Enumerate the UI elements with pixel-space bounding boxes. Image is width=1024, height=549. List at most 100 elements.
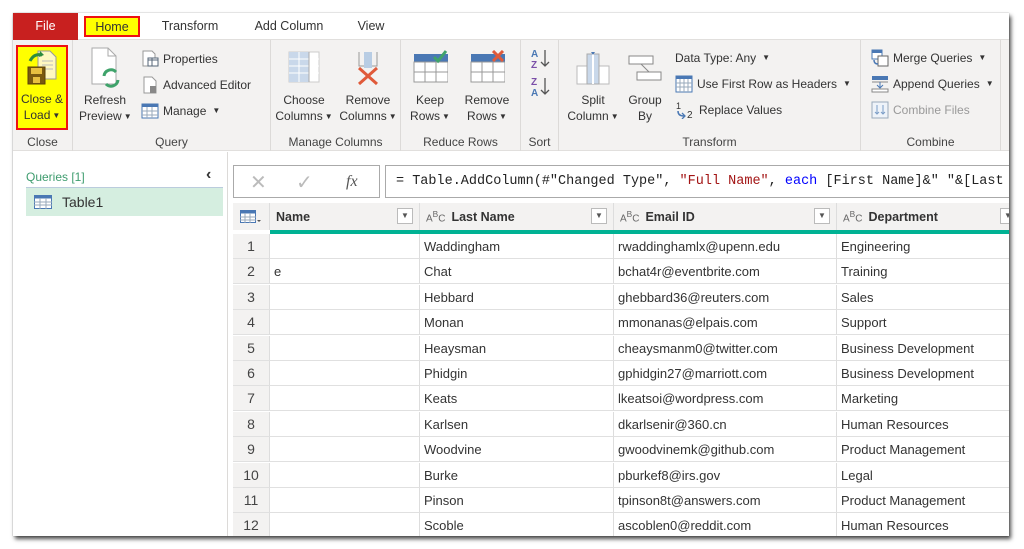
- cell-last-name[interactable]: Woodvine: [420, 437, 614, 463]
- row-number[interactable]: 2: [233, 259, 270, 285]
- tab-home[interactable]: Home: [84, 16, 140, 37]
- cell-department[interactable]: Training: [837, 259, 1009, 285]
- cell-name[interactable]: [270, 513, 420, 536]
- replace-values-button[interactable]: 12 Replace Values: [675, 100, 782, 120]
- table-menu-button[interactable]: [233, 203, 270, 230]
- merge-queries-button[interactable]: Merge Queries ▼: [871, 48, 986, 68]
- cell-name[interactable]: [270, 335, 420, 361]
- column-header-department[interactable]: ABC Department ▼: [837, 203, 1009, 230]
- choose-columns-button[interactable]: Choose Columns ▼: [273, 50, 335, 125]
- combine-files-button[interactable]: Combine Files: [871, 100, 970, 120]
- fx-icon[interactable]: fx: [346, 173, 358, 191]
- column-header-email-id[interactable]: ABC Email ID ▼: [614, 203, 837, 230]
- cell-email-id[interactable]: ghebbard36@reuters.com: [614, 284, 837, 310]
- tab-file[interactable]: File: [13, 13, 78, 40]
- tab-view[interactable]: View: [355, 13, 387, 40]
- cell-name[interactable]: e: [270, 259, 420, 285]
- row-number[interactable]: 9: [233, 437, 270, 463]
- cell-last-name[interactable]: Phidgin: [420, 361, 614, 386]
- column-filter-dropdown[interactable]: ▼: [814, 208, 830, 224]
- cell-name[interactable]: [270, 310, 420, 336]
- cell-last-name[interactable]: Burke: [420, 462, 614, 488]
- cell-department[interactable]: Sales: [837, 284, 1009, 310]
- cell-last-name[interactable]: Waddingham: [420, 234, 614, 259]
- row-number[interactable]: 12: [233, 513, 270, 536]
- cell-email-id[interactable]: tpinson8t@answers.com: [614, 488, 837, 513]
- cell-email-id[interactable]: ascoblen0@reddit.com: [614, 513, 837, 536]
- refresh-preview-button[interactable]: Refresh Preview ▼: [79, 46, 132, 125]
- cell-last-name[interactable]: Monan: [420, 310, 614, 336]
- cell-email-id[interactable]: rwaddinghamlx@upenn.edu: [614, 234, 837, 259]
- cell-email-id[interactable]: bchat4r@eventbrite.com: [614, 259, 837, 285]
- split-column-button[interactable]: Split Column ▼: [567, 50, 619, 125]
- cell-last-name[interactable]: Chat: [420, 259, 614, 285]
- cell-last-name[interactable]: Heaysman: [420, 335, 614, 361]
- remove-columns-button[interactable]: Remove Columns ▼: [337, 50, 399, 125]
- cell-email-id[interactable]: mmonanas@elpais.com: [614, 310, 837, 336]
- column-filter-dropdown[interactable]: ▼: [1000, 208, 1009, 224]
- column-header-last-name[interactable]: ABC Last Name ▼: [420, 203, 614, 230]
- append-queries-button[interactable]: Append Queries ▼: [871, 74, 994, 94]
- row-number[interactable]: 6: [233, 361, 270, 386]
- column-filter-dropdown[interactable]: ▼: [397, 208, 413, 224]
- collapse-pane-icon[interactable]: ‹: [206, 166, 211, 184]
- cell-department[interactable]: Human Resources: [837, 411, 1009, 437]
- cell-department[interactable]: Human Resources: [837, 513, 1009, 536]
- row-number[interactable]: 7: [233, 386, 270, 412]
- cell-name[interactable]: [270, 361, 420, 386]
- text-type-icon[interactable]: ABC: [843, 209, 862, 224]
- data-type-dropdown[interactable]: Data Type: Any ▼: [675, 48, 770, 68]
- cell-last-name[interactable]: Keats: [420, 386, 614, 412]
- remove-rows-button[interactable]: Remove Rows ▼: [459, 50, 515, 125]
- cell-name[interactable]: [270, 234, 420, 259]
- cell-email-id[interactable]: gwoodvinemk@github.com: [614, 437, 837, 463]
- cell-department[interactable]: Support: [837, 310, 1009, 336]
- cell-name[interactable]: [270, 284, 420, 310]
- column-filter-dropdown[interactable]: ▼: [591, 208, 607, 224]
- row-number[interactable]: 3: [233, 284, 270, 310]
- row-number[interactable]: 11: [233, 488, 270, 513]
- advanced-editor-button[interactable]: Advanced Editor: [141, 75, 251, 95]
- cell-department[interactable]: Product Management: [837, 437, 1009, 463]
- cell-name[interactable]: [270, 462, 420, 488]
- query-item-table1[interactable]: Table1: [26, 188, 223, 216]
- cell-department[interactable]: Business Development: [837, 361, 1009, 386]
- cell-name[interactable]: [270, 386, 420, 412]
- cell-email-id[interactable]: lkeatsoi@wordpress.com: [614, 386, 837, 412]
- cell-department[interactable]: Marketing: [837, 386, 1009, 412]
- sort-ascending-button[interactable]: AZ: [530, 46, 550, 72]
- manage-button[interactable]: Manage ▼: [141, 101, 220, 121]
- row-number[interactable]: 1: [233, 234, 270, 259]
- text-type-icon[interactable]: ABC: [620, 209, 639, 224]
- cell-department[interactable]: Engineering: [837, 234, 1009, 259]
- column-header-name[interactable]: Name ▼: [270, 203, 420, 230]
- cell-department[interactable]: Business Development: [837, 335, 1009, 361]
- cell-department[interactable]: Legal: [837, 462, 1009, 488]
- group-by-button[interactable]: Group By: [623, 50, 667, 124]
- cell-last-name[interactable]: Scoble: [420, 513, 614, 536]
- cell-email-id[interactable]: dkarlsenir@360.cn: [614, 411, 837, 437]
- close-and-load-button[interactable]: Close & Load ▼: [16, 45, 68, 130]
- sort-descending-button[interactable]: ZA: [530, 74, 550, 100]
- row-number[interactable]: 5: [233, 335, 270, 361]
- cell-name[interactable]: [270, 411, 420, 437]
- text-type-icon[interactable]: ABC: [426, 209, 445, 224]
- row-number[interactable]: 4: [233, 310, 270, 336]
- cell-email-id[interactable]: gphidgin27@marriott.com: [614, 361, 837, 386]
- properties-button[interactable]: Properties: [141, 49, 218, 69]
- row-number[interactable]: 8: [233, 411, 270, 437]
- formula-input[interactable]: = Table.AddColumn(#"Changed Type", "Full…: [385, 165, 1009, 198]
- cell-last-name[interactable]: Karlsen: [420, 411, 614, 437]
- cancel-formula-icon[interactable]: ✕: [250, 170, 267, 195]
- use-first-row-headers-button[interactable]: Use First Row as Headers ▼: [675, 74, 851, 94]
- commit-formula-icon[interactable]: ✓: [296, 170, 313, 195]
- keep-rows-button[interactable]: Keep Rows ▼: [405, 50, 455, 125]
- tab-add-column[interactable]: Add Column: [249, 13, 329, 40]
- cell-email-id[interactable]: cheaysmanm0@twitter.com: [614, 335, 837, 361]
- row-number[interactable]: 10: [233, 462, 270, 488]
- cell-last-name[interactable]: Pinson: [420, 488, 614, 513]
- cell-last-name[interactable]: Hebbard: [420, 284, 614, 310]
- cell-email-id[interactable]: pburkef8@irs.gov: [614, 462, 837, 488]
- tab-transform[interactable]: Transform: [158, 13, 222, 40]
- cell-name[interactable]: [270, 488, 420, 513]
